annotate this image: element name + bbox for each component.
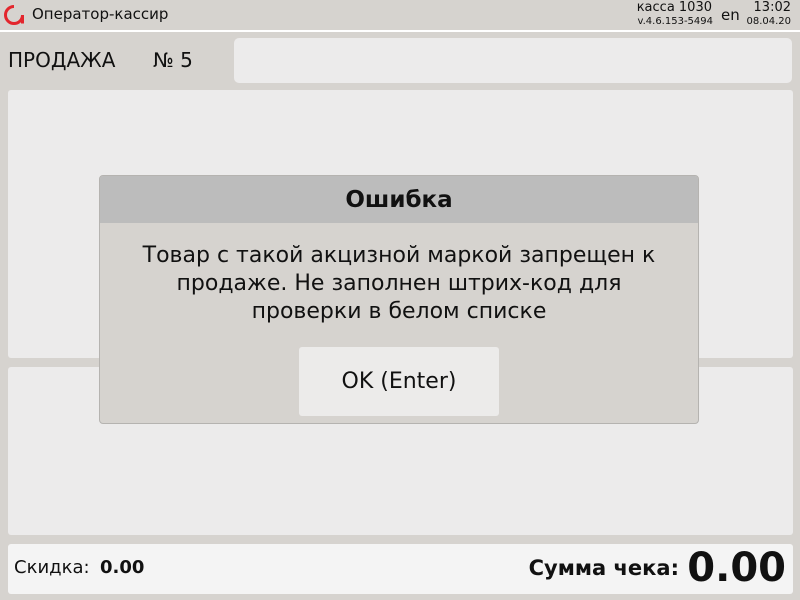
error-dialog-message: Товар с такой акцизной маркой запрещен к…: [142, 243, 656, 324]
discount-label: Скидка:: [14, 557, 90, 578]
header-divider: [0, 30, 800, 32]
sale-receipt-number: № 5: [153, 48, 193, 72]
register-number: касса 1030: [636, 0, 712, 15]
discount-value: 0.00: [100, 557, 145, 578]
search-input[interactable]: [234, 38, 792, 83]
receipt-footer: Скидка: 0.00 Сумма чека: 0.00: [8, 544, 793, 594]
app-version: v.4.6.153-5494: [637, 16, 713, 27]
ok-button[interactable]: OK (Enter): [299, 347, 499, 416]
total-label: Сумма чека:: [528, 556, 679, 580]
app-title: Оператор-кассир: [32, 5, 169, 23]
error-dialog-title: Ошибка: [345, 186, 453, 213]
language-switch[interactable]: en: [721, 6, 740, 24]
total-value: 0.00: [687, 545, 786, 591]
sale-mode-label: ПРОДАЖА: [8, 48, 116, 72]
clock-date: 08.04.20: [746, 16, 791, 27]
atol-logo-icon: [4, 5, 24, 25]
error-dialog: Ошибка Товар с такой акцизной маркой зап…: [99, 175, 699, 424]
clock-time: 13:02: [753, 0, 791, 15]
title-bar: Оператор-кассир касса 1030 v.4.6.153-549…: [0, 0, 800, 30]
error-dialog-header: Ошибка: [100, 176, 698, 223]
